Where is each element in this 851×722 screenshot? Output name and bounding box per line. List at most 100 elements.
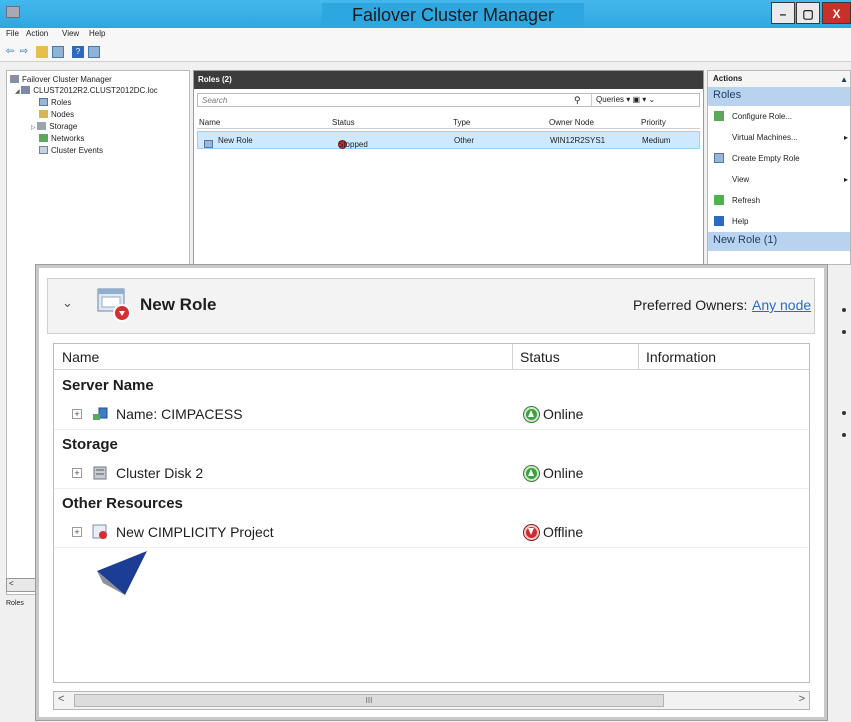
scroll-right-button[interactable]: > [799, 693, 805, 705]
networks-icon [39, 134, 48, 142]
menu-file[interactable]: File [6, 29, 19, 38]
collapse-icon[interactable]: ▲ [840, 75, 848, 84]
actions-pane: Actions Roles ▲ Configure Role... Virtual… [707, 70, 851, 265]
table-row[interactable]: New Role Stopped Other WIN12R2SYS1 Mediu… [197, 131, 700, 149]
col-type[interactable]: Type [453, 118, 470, 127]
group-server-name: Server Name [62, 377, 154, 394]
scroll-thumb[interactable]: III [74, 694, 664, 707]
help-icon [714, 216, 724, 226]
col-information[interactable]: Information [646, 349, 716, 365]
submenu-arrow-icon: ▸ [843, 133, 848, 142]
tree-item-nodes[interactable]: Nodes [39, 110, 74, 119]
cluster-manager-icon [10, 75, 19, 83]
resource-row[interactable]: + New CIMPLICITY Project Offline [54, 518, 809, 548]
tree-item-roles[interactable]: Roles [39, 98, 71, 107]
roles-pane-header: Roles (2) [194, 71, 703, 89]
cluster-icon [21, 86, 31, 94]
expand-icon[interactable]: + [72, 409, 82, 419]
col-owner-node[interactable]: Owner Node [549, 118, 594, 127]
row-priority: Medium [642, 136, 671, 145]
horizontal-scrollbar[interactable]: < III > [53, 691, 810, 710]
roles-search-input[interactable]: Search ⚲ Queries ▾ ▣ ▾ ⌄ [197, 93, 700, 107]
roles-icon [39, 98, 48, 106]
action-view[interactable]: View ▸ [708, 169, 850, 190]
online-icon [524, 466, 539, 481]
preferred-owners-link[interactable]: Any node [752, 297, 811, 313]
resource-status: Online [524, 465, 583, 481]
generic-resource-icon [92, 524, 107, 539]
online-icon [524, 407, 539, 422]
tree-scrollbar[interactable]: < [6, 578, 36, 592]
chevron-down-icon[interactable]: ⌄ [62, 295, 73, 311]
window-title: Failover Cluster Manager [322, 3, 584, 27]
queries-button[interactable]: Queries ▾ ▣ ▾ ⌄ [591, 94, 659, 106]
row-owner: WIN12R2SYS1 [550, 136, 606, 145]
configure-role-icon [714, 111, 724, 121]
menu-help[interactable]: Help [89, 29, 105, 38]
forward-arrow-icon[interactable]: ⇨ [18, 46, 30, 58]
roles-pane: Roles (2) Search ⚲ Queries ▾ ▣ ▾ ⌄ Name … [193, 70, 704, 270]
tree-item-cluster[interactable]: ◢ CLUST2012R2.CLUST2012DC.loc [15, 86, 158, 95]
tree-item-networks[interactable]: Networks [39, 134, 84, 143]
search-placeholder: Search [202, 96, 228, 105]
tree-item-failover-cluster-manager[interactable]: Failover Cluster Manager [10, 75, 112, 84]
col-status[interactable]: Status [520, 349, 560, 365]
row-type: Other [454, 136, 475, 145]
role-stopped-icon [97, 288, 131, 322]
maximize-button[interactable]: ▢ [796, 2, 820, 24]
actions-section-new-role[interactable]: New Role (1) ▲ [708, 75, 850, 251]
action-configure-role[interactable]: Configure Role... [708, 106, 850, 127]
action-virtual-machines[interactable]: Virtual Machines... ▸ [708, 127, 850, 148]
menu-bar: File Action View Help [0, 28, 851, 42]
cluster-events-icon [39, 146, 48, 154]
minimize-button[interactable]: – [771, 2, 795, 24]
actions-title: Actions [708, 71, 850, 87]
resource-row[interactable]: + Name: CIMPACESS Online [54, 400, 809, 430]
action-pane-icon[interactable] [88, 46, 100, 58]
tree-item-storage[interactable]: ▷ Storage [31, 122, 77, 131]
callout-pointer-icon [97, 551, 147, 595]
close-button[interactable]: X [822, 2, 851, 24]
group-storage: Storage [62, 436, 118, 453]
col-status[interactable]: Status [332, 118, 355, 127]
resources-list: Name Status Information Server Name + Na… [53, 343, 810, 683]
group-other-resources: Other Resources [62, 495, 183, 512]
resource-row[interactable]: + Cluster Disk 2 Online [54, 459, 809, 489]
col-name[interactable]: Name [62, 349, 99, 365]
resource-status: Online [524, 406, 583, 422]
search-icon[interactable]: ⚲ [574, 95, 584, 105]
server-name-icon [93, 407, 108, 420]
tree-item-cluster-events[interactable]: Cluster Events [39, 146, 103, 155]
cluster-disk-icon [93, 466, 107, 480]
offline-icon [524, 525, 539, 540]
resource-name: Name: CIMPACESS [116, 406, 243, 422]
refresh-icon [714, 195, 724, 205]
col-name[interactable]: Name [199, 118, 220, 127]
scroll-left-icon[interactable]: < [7, 579, 14, 588]
menu-view[interactable]: View [62, 29, 79, 38]
action-create-empty-role[interactable]: Create Empty Role [708, 148, 850, 169]
up-folder-icon[interactable] [36, 46, 48, 58]
status-bar-text: Roles [6, 600, 24, 607]
role-detail-panel: ⌄ New Role Preferred Owners: Any node Na… [36, 265, 827, 720]
expand-icon[interactable]: + [72, 527, 82, 537]
back-arrow-icon[interactable]: ⇦ [4, 46, 16, 58]
action-refresh[interactable]: Refresh [708, 190, 850, 211]
actions-section-roles[interactable]: Roles ▲ [708, 75, 850, 106]
roles-column-header: Name Status Type Owner Node Priority [197, 117, 700, 129]
row-name: New Role [218, 136, 253, 145]
expand-icon[interactable]: + [72, 468, 82, 478]
console-tree-icon[interactable] [52, 46, 64, 58]
empty-role-icon [714, 153, 724, 163]
scroll-left-button[interactable]: < [58, 693, 64, 705]
menu-action[interactable]: Action [26, 29, 48, 38]
help-icon[interactable]: ? [72, 46, 84, 58]
toolbar: ⇦ ⇨ ? [0, 42, 851, 62]
col-priority[interactable]: Priority [641, 118, 666, 127]
resource-name: Cluster Disk 2 [116, 465, 204, 481]
app-icon [6, 6, 20, 18]
action-help[interactable]: Help [708, 211, 850, 232]
storage-icon [37, 122, 47, 130]
nodes-icon [39, 110, 48, 118]
resource-status: Offline [524, 524, 583, 540]
